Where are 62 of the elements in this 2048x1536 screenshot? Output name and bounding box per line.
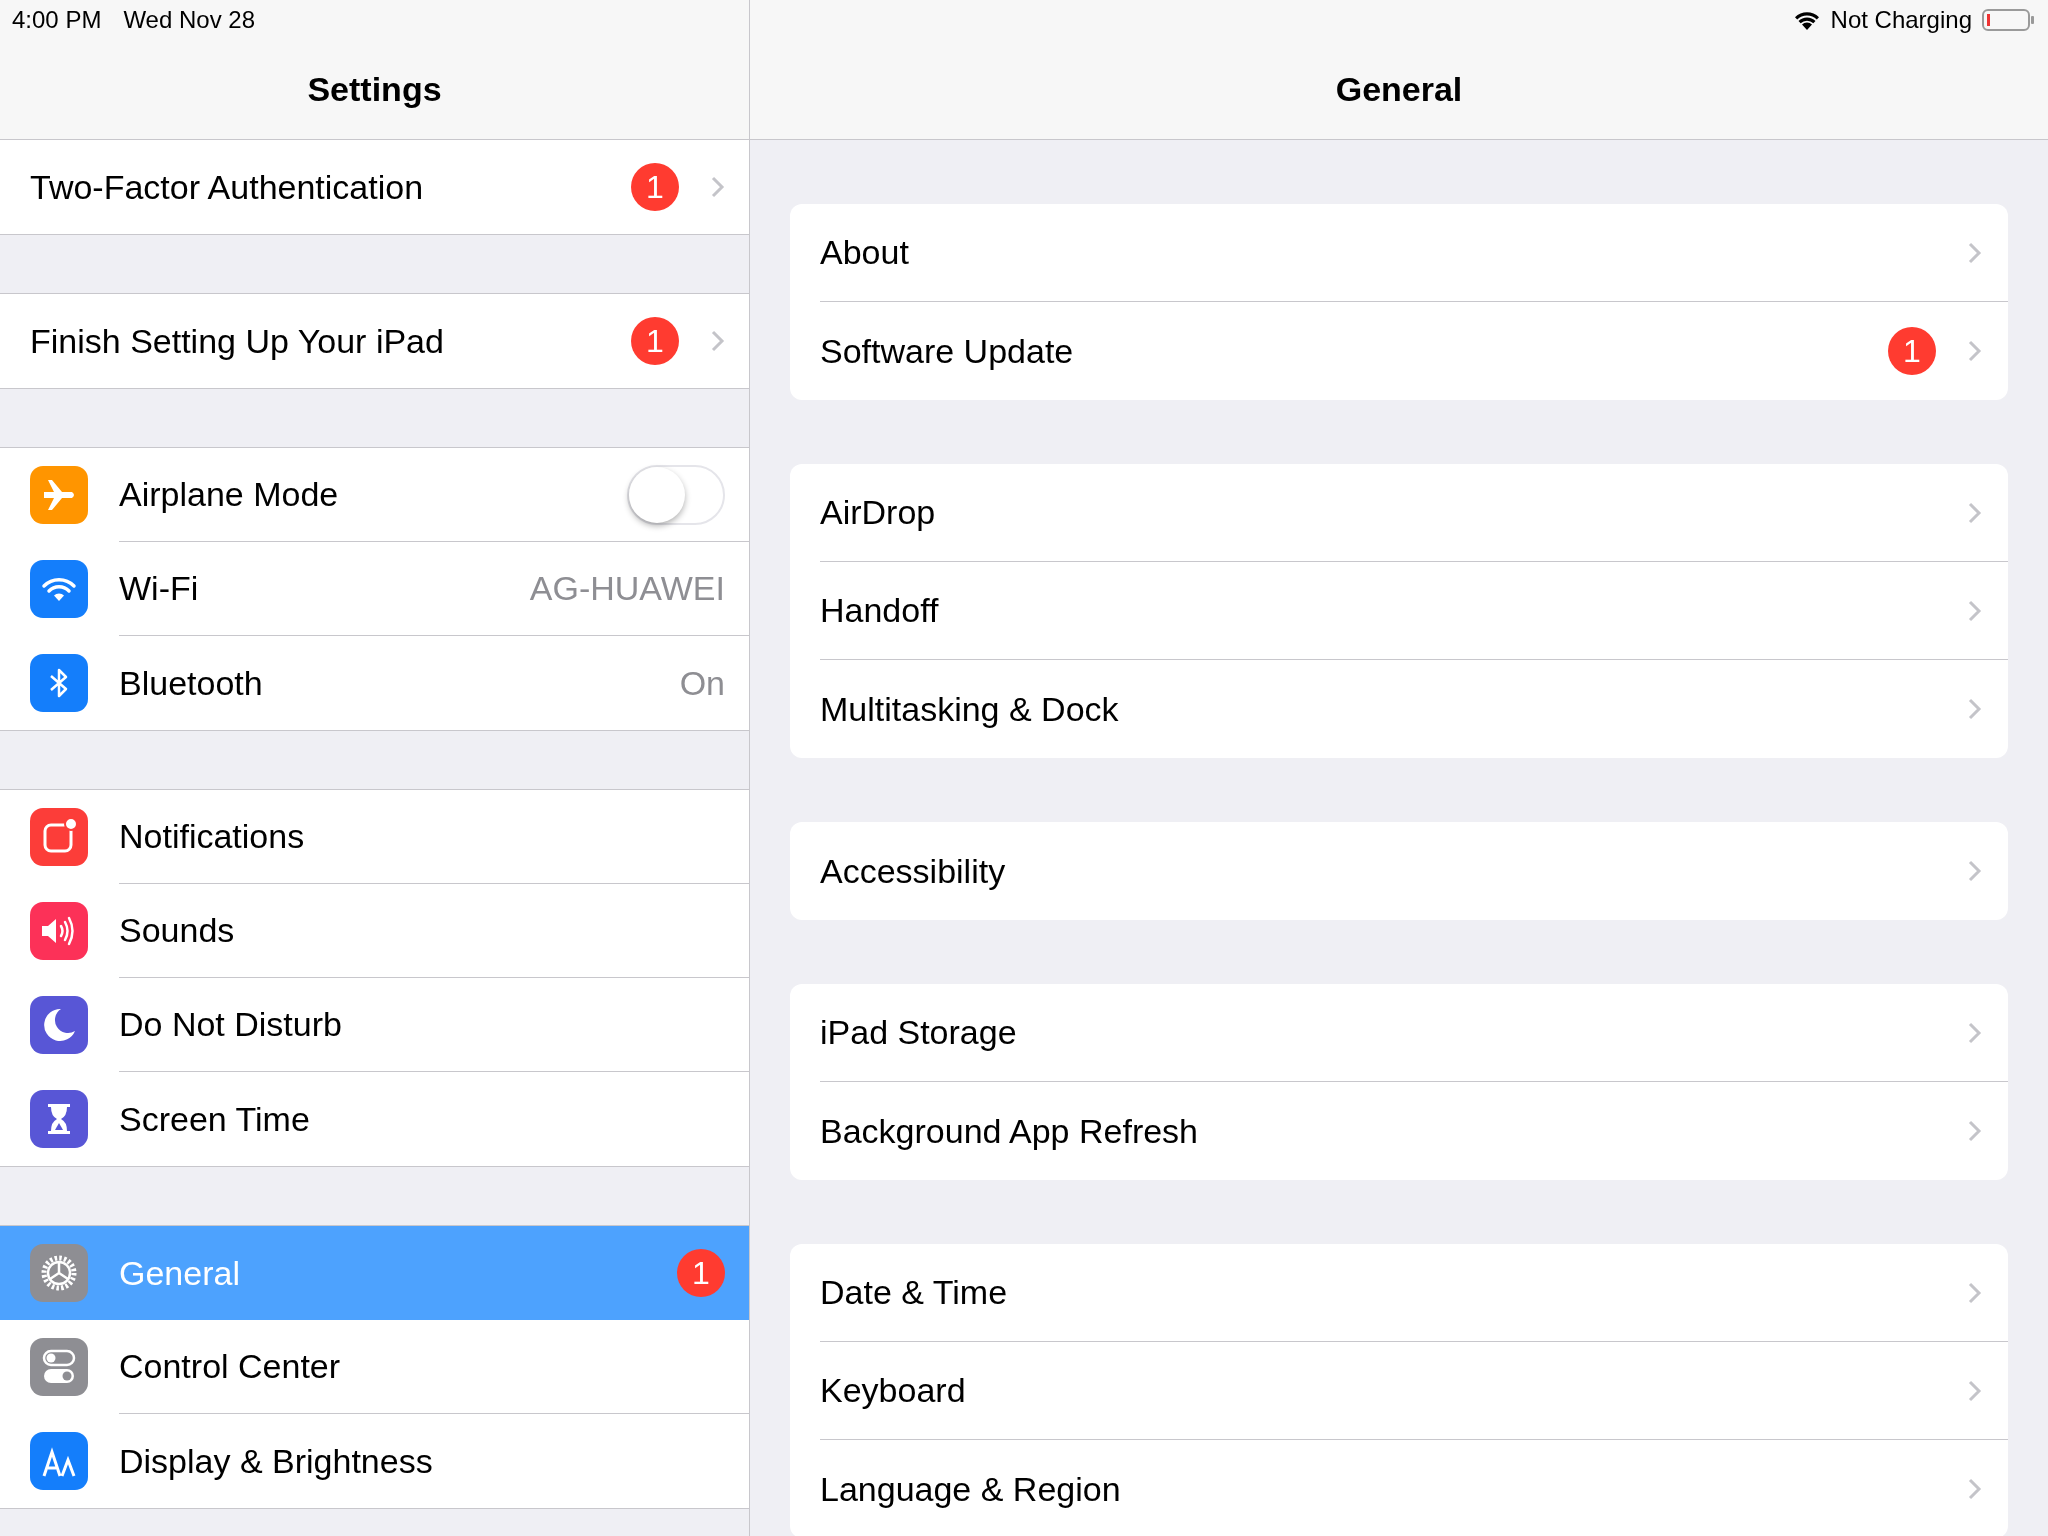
row-label: iPad Storage [820,1013,1018,1052]
row-label: Bluetooth [119,663,264,703]
row-label: Background App Refresh [820,1111,1200,1151]
row-value: On [679,663,725,703]
row-label: Handoff [820,591,940,630]
toggle-switch[interactable] [627,464,725,525]
chevron-icon [1968,1281,1982,1304]
settings-row[interactable]: iPad Storage [820,984,2008,1082]
settings-row[interactable]: Software Update 1 [820,302,2008,400]
row-label: Wi-Fi [119,569,200,608]
row-label: Screen Time [119,1099,311,1139]
settings-row[interactable]: About [820,204,2008,302]
row-label: Sounds [119,911,236,950]
status-time: 4:00 PM [12,6,102,34]
row-label: Date & Time [820,1273,1009,1312]
sidebar-title: Settings [307,70,442,109]
row-label: AirDrop [820,493,937,532]
settings-row[interactable]: Background App Refresh [820,1082,2008,1180]
notification-badge: 1 [677,1249,725,1297]
row-label: Do Not Disturb [119,1005,343,1044]
settings-row[interactable]: General 1 [0,1226,749,1320]
row-label: Accessibility [820,851,1007,891]
row-label: General [119,1253,241,1293]
row-label: Finish Setting Up Your iPad [30,321,445,361]
notification-badge: 1 [631,317,679,365]
row-label: Notifications [119,817,306,856]
settings-row[interactable]: Language & Region [820,1440,2008,1536]
row-label: Two-Factor Authentication [30,167,425,207]
row-value: AG-HUAWEI [529,569,725,608]
notification-badge: 1 [1888,327,1936,375]
battery-status: Not Charging [1830,6,1972,34]
settings-row[interactable]: Handoff [820,562,2008,660]
settings-row[interactable]: AirDrop [820,464,2008,562]
row-label: Airplane Mode [119,475,340,514]
row-label: About [820,233,910,272]
status-date: Wed Nov 28 [123,6,255,34]
row-label: Multitasking & Dock [820,689,1120,729]
chevron-icon [1968,1478,1982,1500]
battery-icon [1982,8,2036,32]
chevron-icon [1968,501,1982,524]
chevron-icon [1968,1379,1982,1402]
chevron-icon [1968,340,1982,362]
row-label: Keyboard [820,1371,967,1410]
notification-badge: 1 [631,163,679,211]
chevron-icon [1968,698,1982,720]
wifi-icon [1792,9,1821,31]
settings-row[interactable]: Multitasking & Dock [820,660,2008,758]
chevron-icon [1968,241,1982,264]
row-label: Control Center [119,1347,342,1386]
settings-row[interactable]: Keyboard [820,1342,2008,1440]
settings-row[interactable]: Accessibility [820,822,2008,920]
detail-title: General [1335,70,1463,109]
row-label: Display & Brightness [119,1441,434,1481]
chevron-icon [1968,1021,1982,1044]
settings-row[interactable]: Date & Time [820,1244,2008,1342]
chevron-icon [711,330,725,352]
row-label: Software Update [820,331,1075,371]
chevron-icon [711,176,725,198]
row-label: Language & Region [820,1469,1122,1509]
chevron-icon [1968,1120,1982,1142]
chevron-icon [1968,860,1982,882]
chevron-icon [1968,599,1982,622]
